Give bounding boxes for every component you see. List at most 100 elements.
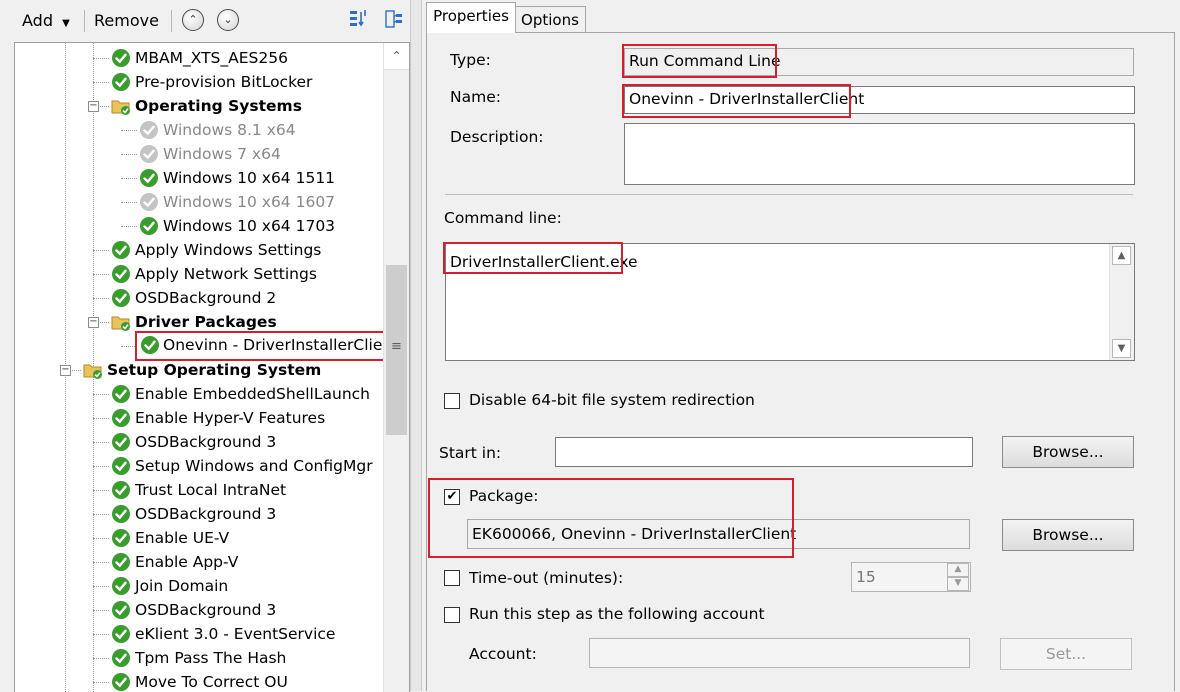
tree-item-label: Windows 10 x64 1703 [163,217,336,235]
check-icon [111,72,131,92]
check-icon [111,48,131,68]
folder-icon [111,312,131,332]
tree-item-label: Enable UE-V [135,529,230,547]
collapse-toggle-icon[interactable]: − [60,365,71,376]
command-line-input[interactable]: DriverInstallerClient.exe ▲ ▼ [445,243,1135,361]
tree-connector [93,682,109,683]
tree-item-label: Join Domain [135,577,229,595]
start-in-browse-button[interactable]: Browse... [1002,436,1134,468]
tree-connector [121,154,137,155]
dropdown-arrow-icon: ▼ [62,18,70,29]
tree-connector [93,466,109,467]
check-icon [111,456,131,476]
tree-connector [93,418,109,419]
collapse-all-icon[interactable] [383,8,405,30]
start-in-input[interactable] [555,437,973,467]
toolbar-separator [84,10,85,32]
check-icon [111,264,131,284]
check-icon [111,288,131,308]
toolbar-separator [171,10,172,32]
tree-scrollbar[interactable]: ⌃ ≡ [383,43,409,692]
add-button-label: Add [22,11,53,30]
check-icon [111,648,131,668]
tab-options[interactable]: Options [514,6,586,33]
check-icon [111,408,131,428]
command-line-value: DriverInstallerClient.exe [450,253,638,271]
tree-connector [121,202,137,203]
remove-button[interactable]: Remove [94,10,159,32]
move-up-icon[interactable]: ⌃ [182,9,204,31]
tree-item-label: Apply Network Settings [135,265,317,283]
set-account-button[interactable]: Set... [1000,638,1132,670]
check-icon [111,384,131,404]
scroll-up-icon[interactable]: ⌃ [384,43,409,70]
check-icon [111,552,131,572]
tree-item-label: Operating Systems [135,97,302,115]
scroll-down-icon[interactable]: ▼ [1112,339,1131,358]
check-icon [140,335,160,355]
move-down-icon[interactable]: ⌄ [217,9,239,31]
run-as-account-checkbox[interactable] [444,607,460,623]
properties-panel: Type: Run Command Line Name: Onevinn - D… [426,32,1175,691]
spin-down-icon[interactable]: ▼ [947,577,969,591]
tree-item-label: MBAM_XTS_AES256 [135,49,288,67]
collapse-toggle-icon[interactable]: − [88,101,99,112]
tree-item-label: Enable EmbeddedShellLaunch [135,385,370,403]
disabled-step-icon [139,120,159,140]
package-field: EK600066, Onevinn - DriverInstallerClien… [467,519,970,549]
command-line-label: Command line: [444,209,562,227]
tree-item-label: OSDBackground 3 [135,433,277,451]
type-label: Type: [450,51,491,69]
disable-64bit-checkbox[interactable] [444,393,460,409]
timeout-checkbox[interactable] [444,570,460,586]
tree-connector [121,226,137,227]
tree-item-label: Windows 10 x64 1607 [163,193,336,211]
name-input[interactable]: Onevinn - DriverInstallerClient [624,86,1135,114]
tree-step-selected[interactable]: Onevinn - DriverInstallerClient [135,331,398,361]
tree-rows: MBAM_XTS_AES256 Pre-provision BitLocker − O… [15,43,398,692]
check-icon [111,528,131,548]
tree-item-label: Apply Windows Settings [135,241,322,259]
check-icon [111,624,131,644]
check-icon [111,672,131,692]
tree-item-label: Windows 10 x64 1511 [163,169,336,187]
tree-connector [93,250,109,251]
tree-item-label: Enable Hyper-V Features [135,409,326,427]
package-checkbox[interactable]: ✔ [444,489,460,505]
scroll-up-icon[interactable]: ▲ [1112,246,1131,265]
section-divider [445,194,1133,195]
package-browse-button[interactable]: Browse... [1002,519,1134,551]
description-input[interactable] [624,123,1135,185]
tree-connector [93,514,109,515]
spin-up-icon[interactable]: ▲ [947,563,969,577]
command-line-scrollbar[interactable]: ▲ ▼ [1109,244,1134,360]
name-label: Name: [450,88,501,106]
type-field: Run Command Line [624,48,1134,76]
check-icon [111,576,131,596]
tree-item-label: Pre-provision BitLocker [135,73,313,91]
collapse-toggle-icon[interactable]: − [88,317,99,328]
tree-connector [93,562,109,563]
tree-item-label: Setup Windows and ConfigMgr [135,457,373,475]
tree-item-label: OSDBackground 2 [135,289,277,307]
tree-item-label: Windows 7 x64 [163,145,281,163]
tree-connector [93,538,109,539]
tree-item-label: Trust Local IntraNet [135,481,287,499]
scroll-thumb[interactable]: ≡ [386,265,407,435]
tree-connector [93,58,109,59]
expand-all-icon[interactable] [348,8,370,30]
task-sequence-tree[interactable]: MBAM_XTS_AES256 Pre-provision BitLocker − O… [14,42,410,692]
tree-connector [121,178,137,179]
pane-splitter[interactable] [410,0,422,691]
check-icon [111,240,131,260]
tree-item-label: Enable App-V [135,553,239,571]
tree-connector [121,130,137,131]
tab-properties[interactable]: Properties [426,2,516,33]
account-input[interactable] [589,638,970,668]
run-as-account-label: Run this step as the following account [469,605,765,623]
package-label: Package: [469,487,539,505]
tree-connector [93,658,109,659]
task-sequence-pane: Add ▼ Remove ⌃ ⌄ MBAM_XTS_AES256 Pre-prov… [0,0,410,692]
check-icon [139,168,159,188]
add-menu-button[interactable]: Add ▼ [22,10,70,32]
